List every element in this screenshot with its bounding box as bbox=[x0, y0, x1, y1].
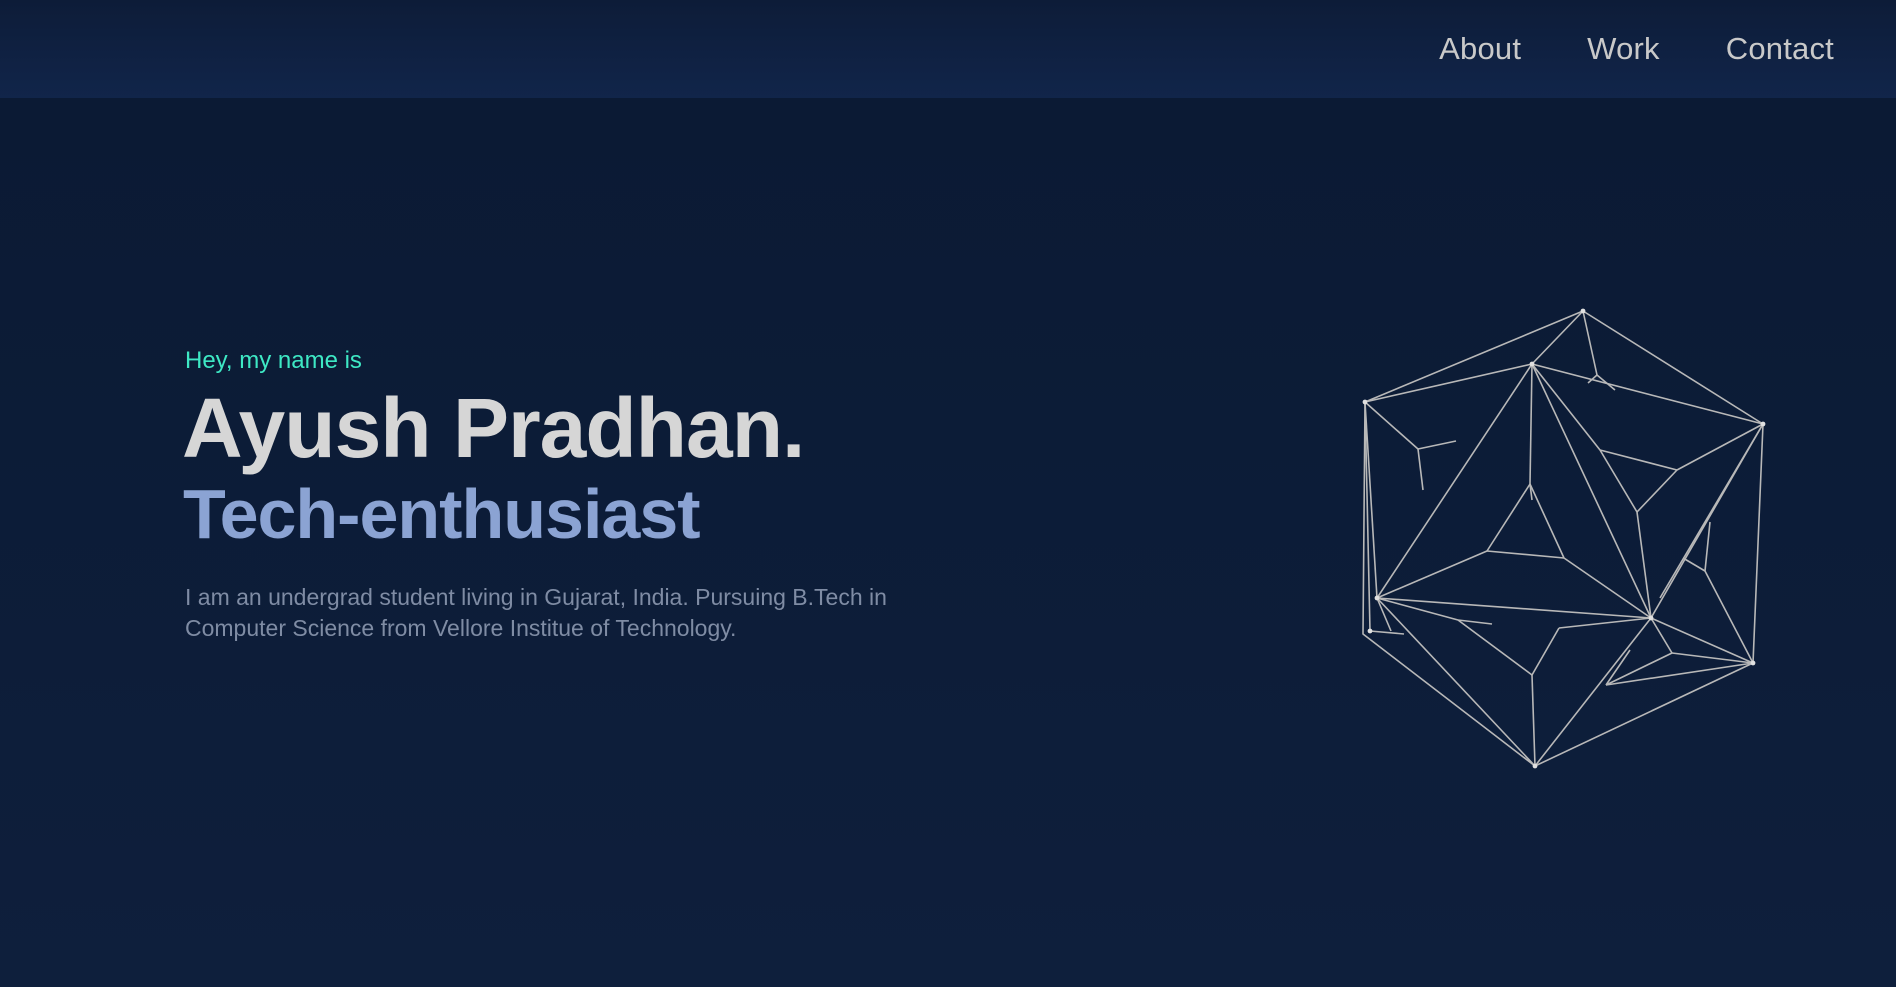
tagline-heading: Tech-enthusiast bbox=[183, 475, 701, 553]
nav-link-work[interactable]: Work bbox=[1587, 31, 1660, 67]
bio-text: I am an undergrad student living in Guja… bbox=[185, 584, 887, 641]
nav-links: About Work Contact bbox=[1439, 0, 1834, 98]
polyhedron-wireframe-icon bbox=[1362, 308, 1766, 769]
nav-link-about[interactable]: About bbox=[1439, 31, 1521, 67]
hero-text: Hey, my name is Ayush Pradhan. Tech-enth… bbox=[182, 346, 985, 644]
navbar: About Work Contact bbox=[0, 0, 1896, 98]
nav-link-contact[interactable]: Contact bbox=[1726, 31, 1834, 67]
greeting-text: Hey, my name is bbox=[185, 347, 362, 374]
name-heading: Ayush Pradhan. bbox=[182, 381, 805, 475]
